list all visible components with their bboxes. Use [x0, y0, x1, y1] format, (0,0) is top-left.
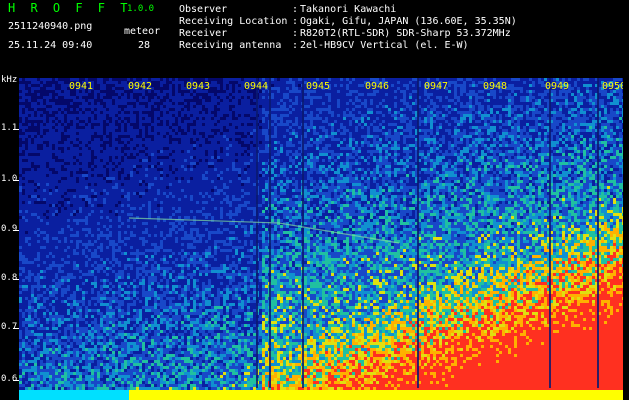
- time-tick-label: 0948: [483, 81, 507, 92]
- antenna-value: 2el-HB9CV Vertical (el. E-W): [300, 40, 469, 51]
- image-filename: 2511240940.png: [8, 21, 93, 32]
- y-tick-label: 0.9: [1, 224, 18, 234]
- baseline-band-left: [19, 390, 129, 400]
- info-colon: :: [292, 16, 299, 27]
- time-tick-label: 0949: [545, 81, 569, 92]
- time-tick-label: 0950: [602, 81, 623, 92]
- interference-stripe: [302, 78, 304, 388]
- y-tick-label: 1.0: [1, 174, 18, 184]
- interference-stripe: [597, 78, 599, 388]
- location-label: Receiving Location: [179, 16, 288, 27]
- info-colon: :: [292, 4, 299, 15]
- app-version: 1.0.0: [127, 4, 155, 14]
- interference-stripe: [417, 78, 419, 388]
- location-value: Ogaki, Gifu, JAPAN (136.60E, 35.35N): [300, 16, 517, 27]
- info-colon: :: [292, 28, 299, 39]
- receiver-value: R820T2(RTL-SDR) SDR-Sharp 53.372MHz: [300, 28, 511, 39]
- y-tick-label: 1.1: [1, 123, 18, 133]
- receiver-label: Receiver: [179, 28, 228, 39]
- interference-stripe: [549, 78, 551, 388]
- time-tick-label: 0946: [365, 81, 389, 92]
- time-tick-label: 0944: [244, 81, 268, 92]
- antenna-label: Receiving antenna: [179, 40, 282, 51]
- capture-datetime: 25.11.24 09:40: [8, 40, 93, 51]
- info-colon: :: [292, 40, 299, 51]
- y-tick-label: 0.7: [1, 322, 18, 332]
- app-brand: H R O F F T: [8, 1, 132, 15]
- meteor-count-value: 28: [138, 40, 151, 51]
- time-tick-label: 0945: [306, 81, 330, 92]
- time-tick-label: 0947: [424, 81, 448, 92]
- observer-label: Observer: [179, 4, 228, 15]
- frequency-unit-label: kHz: [1, 75, 18, 85]
- y-tick-label: 0.8: [1, 273, 18, 283]
- spectrogram: 0941 0942 0943 0944 0945 0946 0947 0948 0949 0950: [19, 78, 623, 400]
- time-tick-label: 0941: [69, 81, 93, 92]
- time-tick-label: 0943: [186, 81, 210, 92]
- interference-stripe: [269, 78, 271, 388]
- time-tick-label: 0942: [128, 81, 152, 92]
- y-tick-label: 0.6: [1, 374, 18, 384]
- observer-value: Takanori Kawachi: [300, 4, 397, 15]
- meteor-count-label: meteor: [124, 26, 161, 37]
- interference-stripe: [256, 78, 258, 388]
- spectrogram-canvas: 0941 0942 0943 0944 0945 0946 0947 0948 0949 0950: [19, 78, 623, 400]
